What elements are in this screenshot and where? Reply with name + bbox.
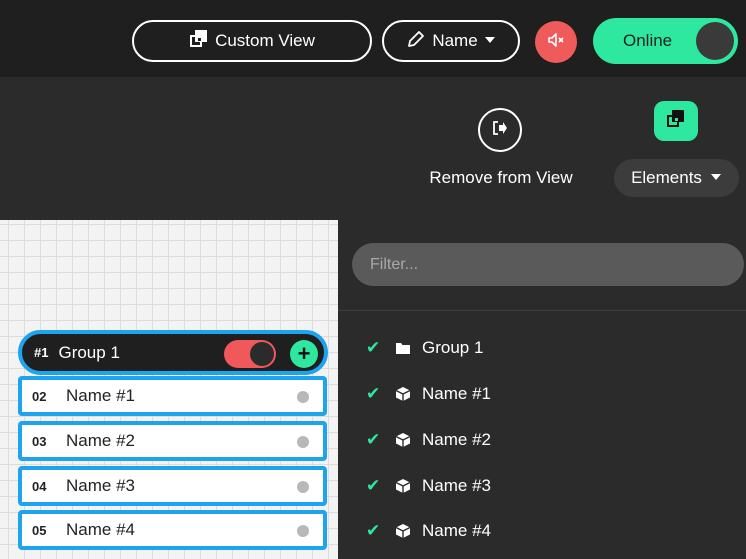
row-name: Name #1 bbox=[66, 386, 135, 405]
cube-icon bbox=[394, 477, 412, 495]
row-number: 05 bbox=[32, 522, 47, 538]
row-name: Name #3 bbox=[66, 476, 135, 495]
row-name: Name #4 bbox=[66, 520, 135, 539]
cube-icon bbox=[394, 385, 412, 403]
row-number: 03 bbox=[32, 433, 47, 449]
element-label: Name #3 bbox=[422, 476, 491, 495]
row-number: 02 bbox=[32, 388, 47, 404]
elements-icon bbox=[666, 109, 686, 134]
canvas-row[interactable]: 04 Name #3 bbox=[18, 466, 327, 506]
canvas-row[interactable]: 05 Name #4 bbox=[18, 510, 327, 550]
check-icon[interactable]: ✔ bbox=[366, 384, 384, 404]
element-label: Group 1 bbox=[422, 338, 484, 357]
remove-from-view-label[interactable]: Remove from View bbox=[410, 168, 592, 188]
group-toggle[interactable] bbox=[224, 340, 276, 368]
custom-view-button[interactable]: Custom View bbox=[132, 20, 372, 62]
status-dot bbox=[297, 481, 309, 493]
add-icon[interactable]: + bbox=[290, 340, 318, 368]
check-icon[interactable]: ✔ bbox=[366, 476, 384, 496]
element-label: Name #2 bbox=[422, 430, 491, 449]
element-list-item[interactable]: ✔ Name #4 bbox=[366, 519, 491, 543]
cube-icon bbox=[394, 431, 412, 449]
filter-input[interactable] bbox=[352, 243, 744, 286]
element-label: Name #1 bbox=[422, 384, 491, 403]
group-header[interactable]: #1 Group 1 + bbox=[18, 330, 328, 375]
canvas-row[interactable]: 03 Name #2 bbox=[18, 421, 327, 461]
online-toggle[interactable]: Online bbox=[593, 18, 738, 64]
check-icon[interactable]: ✔ bbox=[366, 430, 384, 450]
element-list-item[interactable]: ✔ Group 1 bbox=[366, 336, 483, 360]
remove-from-view-button[interactable] bbox=[478, 108, 522, 152]
group-toggle-knob bbox=[250, 342, 274, 366]
canvas-row[interactable]: 02 Name #1 bbox=[18, 376, 327, 416]
name-dropdown-label: Name bbox=[432, 31, 478, 50]
mute-button[interactable] bbox=[535, 21, 577, 63]
action-strip bbox=[0, 77, 746, 220]
folder-icon bbox=[394, 339, 412, 357]
element-list-item[interactable]: ✔ Name #2 bbox=[366, 428, 491, 452]
group-number: #1 bbox=[34, 345, 49, 360]
element-list-item[interactable]: ✔ Name #3 bbox=[366, 474, 491, 498]
status-dot bbox=[297, 525, 309, 537]
name-dropdown[interactable]: Name bbox=[382, 20, 520, 62]
exit-arrow-icon bbox=[491, 119, 509, 142]
element-list-item[interactable]: ✔ Name #1 bbox=[366, 382, 491, 406]
row-number: 04 bbox=[32, 478, 47, 494]
element-label: Name #4 bbox=[422, 521, 491, 540]
panel-divider bbox=[338, 310, 746, 311]
elements-dropdown-label: Elements bbox=[631, 168, 702, 187]
row-name: Name #2 bbox=[66, 431, 135, 450]
status-dot bbox=[297, 391, 309, 403]
custom-view-icon bbox=[189, 29, 209, 54]
group-name: Group 1 bbox=[58, 342, 120, 362]
chevron-down-icon bbox=[710, 168, 722, 188]
check-icon[interactable]: ✔ bbox=[366, 521, 384, 541]
pencil-icon bbox=[406, 29, 426, 54]
online-toggle-knob bbox=[696, 22, 734, 60]
elements-button[interactable] bbox=[654, 101, 698, 141]
cube-icon bbox=[394, 522, 412, 540]
online-label: Online bbox=[623, 31, 673, 50]
chevron-down-icon bbox=[484, 31, 496, 51]
custom-view-label: Custom View bbox=[215, 31, 315, 50]
elements-dropdown[interactable]: Elements bbox=[614, 159, 739, 197]
status-dot bbox=[297, 436, 309, 448]
check-icon[interactable]: ✔ bbox=[366, 338, 384, 358]
speaker-muted-icon bbox=[546, 30, 566, 55]
